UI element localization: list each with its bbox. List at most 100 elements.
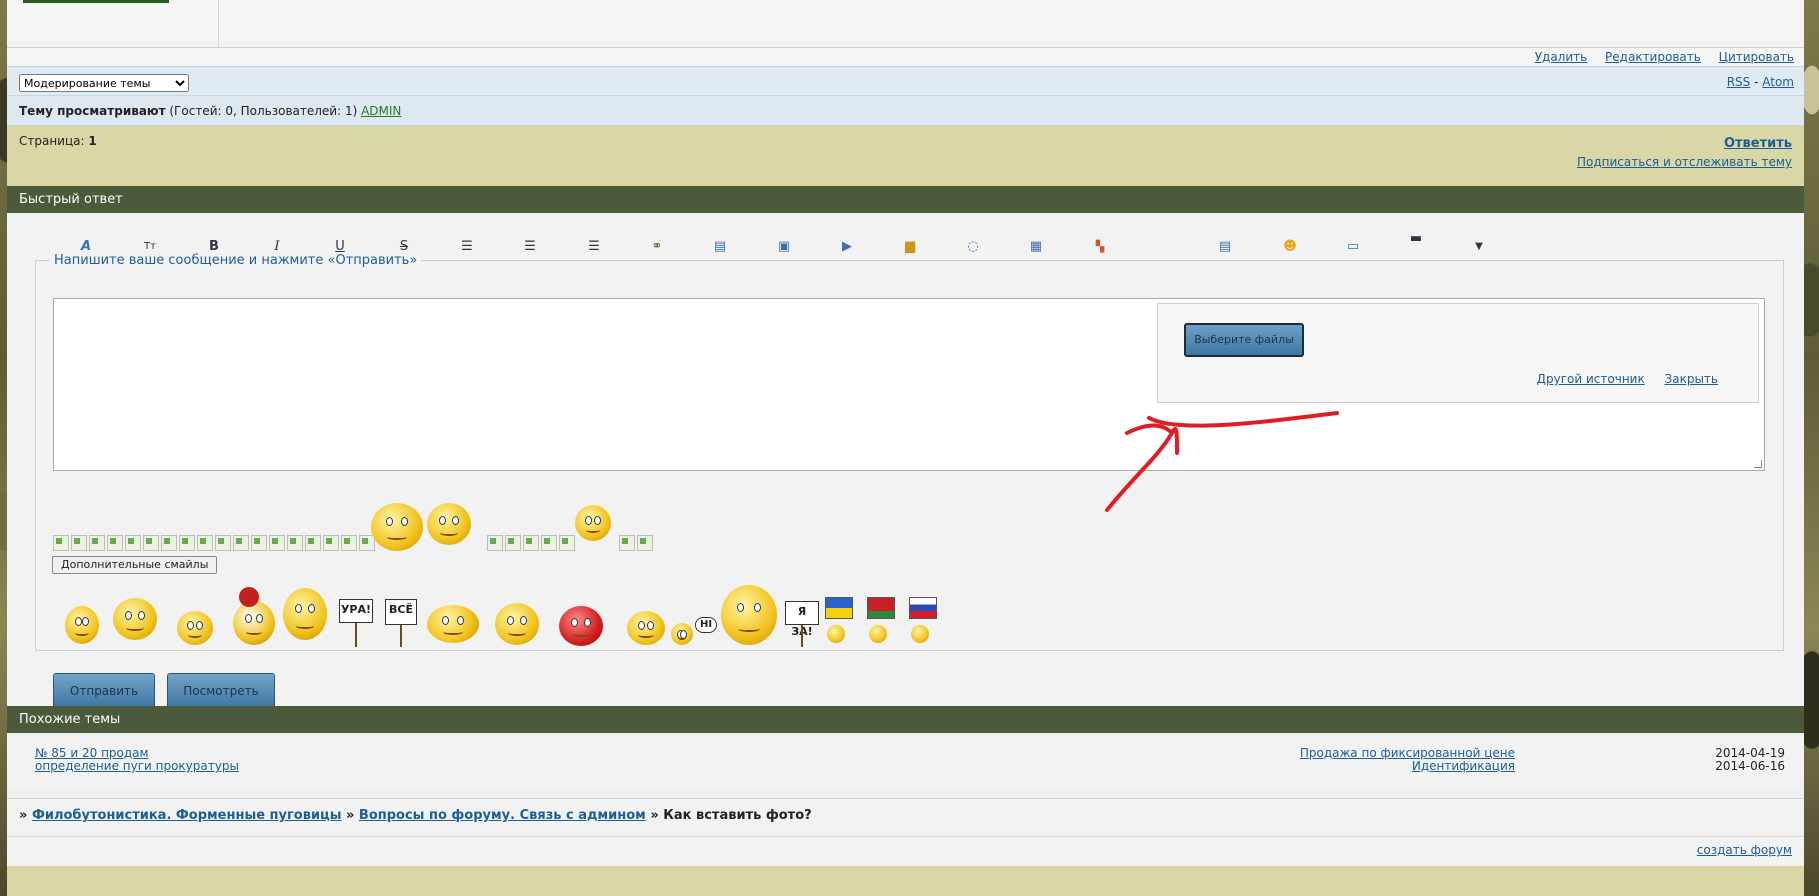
thumbs-up-smiley-icon[interactable] xyxy=(113,598,157,640)
smiley-placeholder[interactable] xyxy=(215,535,231,551)
flag-smiley-face xyxy=(869,625,887,643)
smiley-placeholder[interactable] xyxy=(341,535,357,551)
moderation-select[interactable]: Модерирование темы xyxy=(19,74,189,92)
similar-section-link[interactable]: Продажа по фиксированной цене xyxy=(1300,746,1515,760)
similar-topic-link[interactable]: № 85 и 20 продам xyxy=(35,746,149,760)
ura-sign-smiley[interactable]: УРА! xyxy=(339,599,373,623)
more-smileys-button[interactable]: Дополнительные смайлы xyxy=(52,556,218,574)
smiley-placeholder[interactable] xyxy=(89,535,105,551)
link-icon[interactable]: ⚭ xyxy=(648,239,666,255)
image-icon[interactable]: ▣ xyxy=(775,239,793,255)
smiley-placeholder[interactable] xyxy=(505,535,521,551)
viewers-counts: (Гостей: 0, Пользователей: 1) xyxy=(169,104,358,118)
vse-sign-smiley[interactable]: ВСЁ xyxy=(385,599,417,625)
smiley-placeholder[interactable] xyxy=(161,535,177,551)
submit-button[interactable]: Отправить xyxy=(53,673,155,709)
thumbs-up-smiley-icon[interactable] xyxy=(371,503,423,551)
belarus-flag-smiley-icon[interactable] xyxy=(867,597,895,619)
breadcrumb-section-link[interactable]: Вопросы по форуму. Связь с админом xyxy=(359,808,646,823)
smiley-placeholder[interactable] xyxy=(559,535,575,551)
font-color-icon[interactable]: A xyxy=(77,239,95,255)
font-size-icon[interactable]: Tт xyxy=(141,239,159,255)
similar-topic-link[interactable]: определение пуги прокуратуры xyxy=(35,759,239,773)
smiley-placeholder[interactable] xyxy=(143,535,159,551)
align-center-icon[interactable]: ☰ xyxy=(521,239,539,255)
smile-icon[interactable]: ☻ xyxy=(1281,239,1299,255)
smiley-placeholder[interactable] xyxy=(541,535,557,551)
post-author-column xyxy=(7,0,219,48)
video-icon[interactable]: ▶ xyxy=(838,239,856,255)
atom-link[interactable]: Atom xyxy=(1762,75,1794,89)
smiley-placeholder[interactable] xyxy=(323,535,339,551)
smile-smiley-icon[interactable] xyxy=(177,611,213,645)
sleepy-smiley-icon[interactable] xyxy=(495,603,539,645)
smiley-placeholder[interactable] xyxy=(305,535,321,551)
reply-link[interactable]: Ответить xyxy=(1724,136,1792,151)
smiley-placeholder[interactable] xyxy=(619,535,635,551)
book-icon[interactable]: ▤ xyxy=(711,239,729,255)
wink-smiley-icon[interactable] xyxy=(627,611,665,645)
rss-link[interactable]: RSS xyxy=(1727,75,1751,89)
close-uploader-link[interactable]: Закрыть xyxy=(1665,372,1718,386)
smiley-placeholder[interactable] xyxy=(125,535,141,551)
breadcrumb-forum-link[interactable]: Филобутонистика. Форменные пуговицы xyxy=(32,808,342,823)
delete-link[interactable]: Удалить xyxy=(1535,50,1588,64)
yelling-smiley-icon[interactable] xyxy=(427,605,479,643)
smiley-placeholder[interactable] xyxy=(179,535,195,551)
reply-links: Ответить Подписаться и отслеживать тему xyxy=(1577,134,1792,172)
italic-icon[interactable]: I xyxy=(268,239,286,255)
binoculars-smiley-icon[interactable] xyxy=(721,585,777,645)
underline-icon[interactable]: U xyxy=(331,239,349,255)
smiley-placeholder[interactable] xyxy=(523,535,539,551)
bold-icon[interactable]: B xyxy=(205,239,223,255)
speech-bubble-icon[interactable]: ◌ xyxy=(964,239,982,255)
squint-smiley-icon[interactable] xyxy=(575,505,611,541)
surprised-smiley-icon[interactable] xyxy=(283,588,327,640)
code-icon[interactable]: ▬ xyxy=(1407,231,1425,247)
table-icon[interactable]: ▚ xyxy=(1091,239,1109,255)
smiley-placeholder[interactable] xyxy=(107,535,123,551)
quote-link[interactable]: Цитировать xyxy=(1719,50,1794,64)
smiley-placeholder[interactable] xyxy=(487,535,503,551)
smiley-placeholder[interactable] xyxy=(287,535,303,551)
laughing-smiley-icon[interactable] xyxy=(65,606,99,644)
hi-smiley-icon[interactable] xyxy=(671,623,693,645)
smiley-placeholder[interactable] xyxy=(71,535,87,551)
topic-viewers: Тему просматривают (Гостей: 0, Пользоват… xyxy=(7,96,1804,126)
more-dropdown-icon[interactable]: ▼ xyxy=(1470,239,1488,255)
preview-button[interactable]: Посмотреть xyxy=(167,673,275,709)
reading-smiley-icon[interactable] xyxy=(427,503,471,545)
current-page: 1 xyxy=(88,134,97,148)
keyboard-icon[interactable]: ▭ xyxy=(1344,239,1362,255)
smiley-placeholder[interactable] xyxy=(269,535,285,551)
smiley-placeholder[interactable] xyxy=(53,535,69,551)
smiley-placeholder[interactable] xyxy=(637,535,653,551)
align-left-icon[interactable]: ☰ xyxy=(458,239,476,255)
similar-topic-date: 2014-04-19 xyxy=(1715,746,1785,760)
angry-smiley-icon[interactable] xyxy=(559,606,603,646)
smiley-placeholder[interactable] xyxy=(197,535,213,551)
choose-files-button[interactable]: Выберите файлы xyxy=(1184,323,1304,357)
list-icon[interactable]: ▤ xyxy=(1216,239,1234,255)
breadcrumb-separator: » xyxy=(345,808,355,823)
lock-icon[interactable]: ▆ xyxy=(901,239,919,255)
smiley-placeholder[interactable] xyxy=(251,535,267,551)
document-icon[interactable]: ▦ xyxy=(1027,239,1045,255)
smiley-placeholder[interactable] xyxy=(233,535,249,551)
similar-section-link[interactable]: Идентификация xyxy=(1412,759,1515,773)
ukraine-flag-smiley-icon[interactable] xyxy=(825,597,853,619)
ya-za-sign-smiley[interactable]: Я ЗА! xyxy=(785,601,819,638)
hi-speech-bubble: HI xyxy=(695,617,717,633)
viewer-user-link[interactable]: ADMIN xyxy=(361,104,401,118)
strikethrough-icon[interactable]: S xyxy=(395,239,413,255)
create-forum-link[interactable]: создать форум xyxy=(1697,843,1792,857)
other-source-link[interactable]: Другой источник xyxy=(1537,372,1645,386)
align-right-icon[interactable]: ☰ xyxy=(585,239,603,255)
subscribe-link[interactable]: Подписаться и отслеживать тему xyxy=(1577,155,1792,169)
flowers-smiley-icon[interactable] xyxy=(233,601,275,645)
resize-grip-icon[interactable] xyxy=(1754,460,1762,468)
edit-link[interactable]: Редактировать xyxy=(1605,50,1701,64)
russia-flag-smiley-icon[interactable] xyxy=(909,597,937,619)
breadcrumb-separator: » xyxy=(19,808,28,823)
smiley-row-small xyxy=(53,535,377,553)
